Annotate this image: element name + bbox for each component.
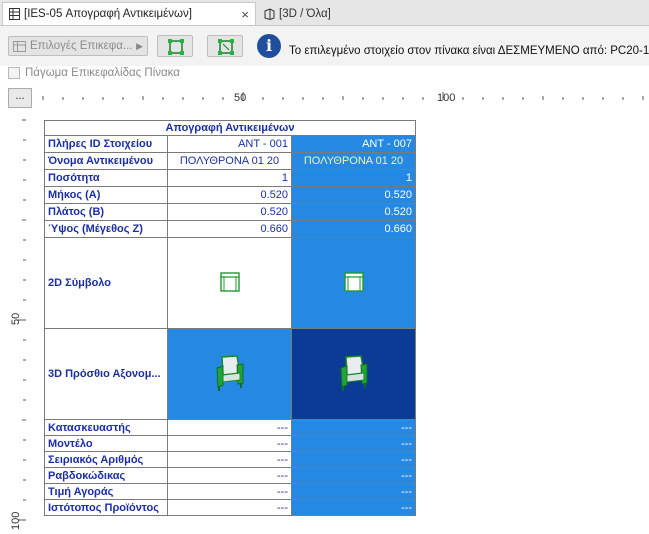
table-title-row: Απογραφή Αντικειμένων bbox=[44, 120, 416, 136]
cell-value[interactable]: --- bbox=[167, 483, 292, 500]
table-row[interactable]: Πλάτος (B) 0.520 0.520 bbox=[44, 203, 416, 221]
table-row[interactable]: Κατασκευαστής --- --- bbox=[44, 419, 416, 436]
table-options-icon bbox=[13, 40, 26, 52]
horizontal-ruler: 50 100 bbox=[38, 88, 649, 108]
table-row[interactable]: Ποσότητα 1 1 bbox=[44, 169, 416, 187]
cell-value[interactable]: 0.520 bbox=[167, 203, 292, 221]
axon-cell-selected[interactable] bbox=[291, 328, 416, 420]
armchair-3d-icon bbox=[215, 354, 243, 391]
table-row[interactable]: Ιστότοπος Προϊόντος --- --- bbox=[44, 499, 416, 516]
reserved-info-text: Το επιλεγμένο στοιχείο στον πίνακα είναι… bbox=[289, 45, 649, 57]
header-options-label: Επιλογές Επικεφα... bbox=[30, 40, 133, 52]
freeze-header-checkbox[interactable]: Πάγωμα Επικεφαλίδας Πίνακα bbox=[8, 67, 180, 79]
row-label: Πλάτος (B) bbox=[44, 203, 168, 221]
cell-value[interactable]: 0.520 bbox=[167, 186, 292, 204]
table-row[interactable]: Μοντέλο --- --- bbox=[44, 435, 416, 452]
cell-value-selected[interactable]: --- bbox=[291, 435, 416, 452]
horizontal-ruler-ticks bbox=[42, 92, 644, 100]
cell-value-selected[interactable]: 0.520 bbox=[291, 203, 416, 221]
cell-value[interactable]: 1 bbox=[167, 169, 292, 187]
vruler-label-50: 50 bbox=[10, 312, 22, 325]
freeze-header-label: Πάγωμα Επικεφαλίδας Πίνακα bbox=[25, 67, 180, 79]
cell-value-selected[interactable]: ΠΟΛΥΘΡΟΝΑ 01 20 bbox=[291, 152, 416, 170]
chevron-right-icon: ▶ bbox=[136, 41, 143, 51]
ruler-corner-button[interactable]: ... bbox=[8, 88, 32, 108]
row-label: Μήκος (A) bbox=[44, 186, 168, 204]
cell-value-selected[interactable]: 0.520 bbox=[291, 186, 416, 204]
table-row[interactable]: Μήκος (A) 0.520 0.520 bbox=[44, 186, 416, 204]
row-label: 3D Πρόσθιο Αξονομ... bbox=[44, 328, 168, 420]
cell-value[interactable]: --- bbox=[167, 467, 292, 484]
cell-value-selected[interactable]: ΑΝΤ - 007 bbox=[291, 135, 416, 153]
tab-3d-label: [3D / Όλα] bbox=[279, 7, 331, 20]
table-row[interactable]: Σειριακός Αριθμός --- --- bbox=[44, 451, 416, 468]
ruler-label-100: 100 bbox=[437, 92, 456, 104]
cell-value[interactable]: --- bbox=[167, 451, 292, 468]
table-row-3d-axon[interactable]: 3D Πρόσθιο Αξονομ... bbox=[44, 328, 416, 420]
row-label: Ιστότοπος Προϊόντος bbox=[44, 499, 168, 516]
cell-value[interactable]: --- bbox=[167, 419, 292, 436]
row-label: Μοντέλο bbox=[44, 435, 168, 452]
zoom-to-selection-icon bbox=[218, 39, 234, 55]
cell-value-selected[interactable]: --- bbox=[291, 483, 416, 500]
cell-value-selected[interactable]: --- bbox=[291, 419, 416, 436]
row-label: Κατασκευαστής bbox=[44, 419, 168, 436]
tab-schedule-label: [IES-05 Απογραφή Αντικειμένων] bbox=[24, 8, 192, 20]
row-label: Σειριακός Αριθμός bbox=[44, 451, 168, 468]
tab-bar: [IES-05 Απογραφή Αντικειμένων] × [3D / Ό… bbox=[0, 0, 649, 26]
chair-plan-icon bbox=[219, 271, 240, 292]
symbol-cell-selected[interactable] bbox=[291, 237, 416, 329]
table-row[interactable]: Ύψος (Μέγεθος Ζ) 0.660 0.660 bbox=[44, 220, 416, 238]
tab-schedule[interactable]: [IES-05 Απογραφή Αντικειμένων] × bbox=[2, 2, 256, 25]
vertical-ruler: 50 100 bbox=[10, 110, 36, 534]
ruler-label-50: 50 bbox=[234, 92, 247, 104]
select-frame-icon bbox=[168, 39, 184, 55]
header-options-button[interactable]: Επιλογές Επικεφα... ▶ bbox=[8, 36, 148, 56]
tab-3d[interactable]: [3D / Όλα] bbox=[258, 2, 458, 25]
cell-value-selected[interactable]: --- bbox=[291, 499, 416, 516]
table-row[interactable]: Τιμή Αγοράς --- --- bbox=[44, 483, 416, 500]
armchair-3d-icon bbox=[339, 354, 367, 391]
checkbox-box[interactable] bbox=[8, 67, 20, 79]
row-label: Ραβδοκώδικας bbox=[44, 467, 168, 484]
schedule-icon bbox=[9, 8, 20, 20]
cell-value-selected[interactable]: 0.660 bbox=[291, 220, 416, 238]
schedule-table: Απογραφή Αντικειμένων Πλήρες ID Στοιχείο… bbox=[44, 120, 416, 516]
axon-cell[interactable] bbox=[167, 328, 292, 420]
table-row[interactable]: Ραβδοκώδικας --- --- bbox=[44, 467, 416, 484]
cell-value[interactable]: 0.660 bbox=[167, 220, 292, 238]
symbol-cell[interactable] bbox=[167, 237, 292, 329]
vruler-label-100: 100 bbox=[10, 511, 22, 530]
cell-value[interactable]: --- bbox=[167, 435, 292, 452]
cell-value[interactable]: ΠΟΛΥΘΡΟΝΑ 01 20 bbox=[167, 152, 292, 170]
table-row[interactable]: Πλήρες ID Στοιχείου ΑΝΤ - 001 ΑΝΤ - 007 bbox=[44, 135, 416, 153]
3d-window-icon bbox=[264, 7, 275, 20]
schedule-title: Απογραφή Αντικειμένων bbox=[44, 120, 416, 136]
row-label: 2D Σύμβολο bbox=[44, 237, 168, 329]
chair-plan-icon bbox=[343, 271, 364, 292]
table-row-2d-symbol[interactable]: 2D Σύμβολο bbox=[44, 237, 416, 329]
cell-value-selected[interactable]: --- bbox=[291, 451, 416, 468]
cell-value-selected[interactable]: --- bbox=[291, 467, 416, 484]
row-label: Τιμή Αγοράς bbox=[44, 483, 168, 500]
table-row[interactable]: Όνομα Αντικειμένου ΠΟΛΥΘΡΟΝΑ 01 20 ΠΟΛΥΘ… bbox=[44, 152, 416, 170]
zoom-selection-button[interactable] bbox=[207, 35, 243, 57]
select-element-button[interactable] bbox=[157, 35, 193, 57]
cell-value[interactable]: ΑΝΤ - 001 bbox=[167, 135, 292, 153]
schedule-toolbar: Επιλογές Επικεφα... ▶ i Το επιλεγμένο στ… bbox=[0, 26, 649, 66]
row-label: Ύψος (Μέγεθος Ζ) bbox=[44, 220, 168, 238]
info-icon: i bbox=[257, 34, 281, 58]
row-label: Ποσότητα bbox=[44, 169, 168, 187]
row-label: Όνομα Αντικειμένου bbox=[44, 152, 168, 170]
close-icon[interactable]: × bbox=[241, 7, 249, 22]
cell-value-selected[interactable]: 1 bbox=[291, 169, 416, 187]
row-label: Πλήρες ID Στοιχείου bbox=[44, 135, 168, 153]
cell-value[interactable]: --- bbox=[167, 499, 292, 516]
